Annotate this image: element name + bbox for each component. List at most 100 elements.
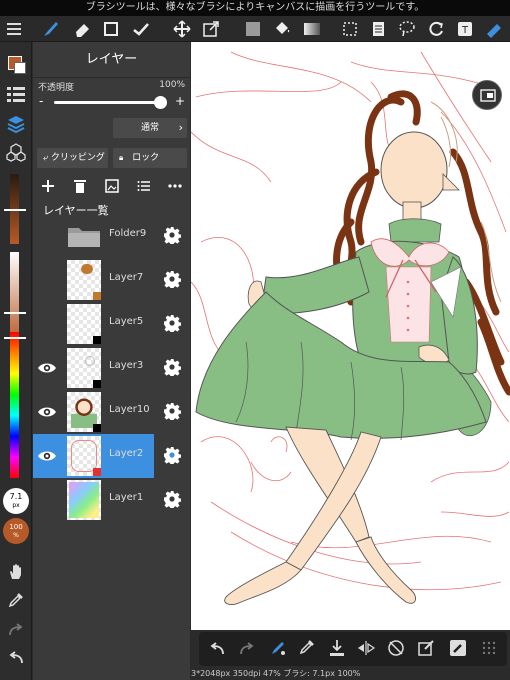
artwork <box>191 51 510 605</box>
gear-icon[interactable] <box>163 226 182 246</box>
ruler-icon[interactable] <box>484 19 504 39</box>
menu-icon[interactable] <box>4 19 24 39</box>
chevron-right-icon: › <box>178 121 183 134</box>
font-icon[interactable]: T <box>455 19 475 39</box>
layer-row[interactable]: Layer10 <box>33 390 190 434</box>
panel-title: レイヤー <box>33 42 190 78</box>
layer-row[interactable]: Layer2 <box>33 434 182 478</box>
delete-layer-icon[interactable] <box>73 178 87 197</box>
edit-layer-icon[interactable] <box>417 639 435 661</box>
reference-window-button[interactable] <box>472 80 502 110</box>
fill-color-icon[interactable] <box>243 19 263 39</box>
layer-thumbnail <box>67 436 101 476</box>
more-icon[interactable] <box>167 178 183 197</box>
tool-tip-bar: ブラシツールは、様々なブラシによりキャンバスに描画を行うツールです。 <box>0 0 510 16</box>
sub-color-swatch[interactable] <box>14 62 26 74</box>
no-rotate-icon[interactable] <box>387 639 405 661</box>
eyedropper-icon[interactable] <box>299 639 315 659</box>
rect-select-icon[interactable] <box>101 19 121 39</box>
move-icon[interactable] <box>172 19 192 39</box>
layers-icon[interactable] <box>4 112 28 136</box>
drawing-canvas[interactable] <box>191 42 510 630</box>
flip-icon[interactable] <box>357 640 376 660</box>
opacity-minus-button[interactable]: - <box>39 94 43 108</box>
layer-name: Layer7 <box>109 272 144 283</box>
layer-name: Layer2 <box>109 448 144 459</box>
layer-row[interactable]: Layer5 <box>33 302 190 346</box>
opacity-slider-knob[interactable] <box>154 96 167 109</box>
layer-list: Folder9 Layer7 Layer5 Layer3 Layer10 Layer2 La… <box>33 214 190 524</box>
layer-row[interactable]: Layer3 <box>33 346 190 390</box>
opacity-slider[interactable] <box>54 101 166 104</box>
eyedropper-icon[interactable] <box>4 588 28 612</box>
layer-name: Layer5 <box>109 316 144 327</box>
eraser-icon[interactable] <box>72 19 92 39</box>
eye-icon[interactable] <box>37 448 57 464</box>
grid-icon[interactable] <box>481 640 497 660</box>
hue-slider-handle[interactable] <box>4 337 26 339</box>
layer-row[interactable]: Folder9 <box>33 214 190 258</box>
save-icon[interactable] <box>329 639 345 661</box>
brush-size-value: 7.1 <box>9 492 23 501</box>
opacity-label: 不透明度 <box>38 83 75 93</box>
gear-icon[interactable] <box>163 402 182 422</box>
saturation-slider-handle[interactable] <box>4 312 26 314</box>
layer-image-icon[interactable] <box>105 178 119 197</box>
hue-bar[interactable] <box>10 332 19 478</box>
quick-tools <box>199 632 507 666</box>
layer-name: Layer1 <box>109 492 144 503</box>
undo-icon[interactable] <box>209 641 225 660</box>
opacity-plus-button[interactable]: + <box>175 94 185 108</box>
materials-icon[interactable] <box>4 140 28 164</box>
brush-select-icon[interactable] <box>449 639 467 661</box>
eye-icon[interactable] <box>37 360 57 376</box>
redo-left-icon[interactable] <box>4 618 28 642</box>
clipping-button[interactable]: ⤶ クリッピング <box>37 148 108 168</box>
redo-icon[interactable] <box>239 641 255 660</box>
bit-depth-badge <box>93 336 101 344</box>
undo-left-icon[interactable] <box>4 646 28 670</box>
brush-opacity-unit: % <box>13 532 19 539</box>
lock-label: ロック <box>132 153 160 163</box>
bucket-icon[interactable] <box>272 19 292 39</box>
layer-thumbnail <box>67 392 101 432</box>
gradient-icon[interactable] <box>302 19 322 39</box>
layer-thumbnail <box>67 480 101 520</box>
brush-opacity-button[interactable]: 100 % <box>3 518 29 544</box>
rotate-icon[interactable] <box>426 19 446 39</box>
layer-row[interactable]: Layer1 <box>33 478 190 522</box>
brightness-slider-handle[interactable] <box>4 209 26 211</box>
eyedrop-brush-icon[interactable] <box>269 639 287 661</box>
gear-icon[interactable] <box>163 490 182 510</box>
layer-copy-icon[interactable] <box>368 19 388 39</box>
saturation-bar[interactable] <box>10 252 19 342</box>
brush-size-button[interactable]: 7.1 px <box>3 488 29 514</box>
clipping-icon: ⤶ <box>43 153 49 163</box>
add-layer-icon[interactable] <box>41 178 55 197</box>
lock-button[interactable]: 🔒︎ ロック <box>113 148 187 168</box>
gear-icon[interactable] <box>163 314 182 334</box>
svg-text:T: T <box>461 25 469 36</box>
lasso-icon[interactable] <box>397 19 417 39</box>
brush-icon[interactable] <box>40 19 60 39</box>
gear-icon[interactable] <box>163 270 182 290</box>
hand-icon[interactable] <box>4 560 28 584</box>
layer-row[interactable]: Layer7 <box>33 258 190 302</box>
gear-icon[interactable] <box>163 446 182 466</box>
bit-depth-badge <box>93 380 101 388</box>
check-icon[interactable] <box>131 19 151 39</box>
select-all-icon[interactable] <box>340 19 360 39</box>
layer-list-options-icon[interactable] <box>137 178 151 197</box>
eye-icon[interactable] <box>37 404 57 420</box>
gear-icon[interactable] <box>163 358 182 378</box>
brush-opacity-value: 100 <box>9 523 23 531</box>
layer-name: Layer3 <box>109 360 144 371</box>
blend-mode-label: 通常 <box>140 123 159 133</box>
blend-mode-button[interactable]: 通常 › <box>113 118 187 138</box>
transform-icon[interactable] <box>201 19 221 39</box>
layer-thumbnail <box>67 260 101 300</box>
layer-actions-bar <box>33 174 190 198</box>
layer-name: Layer10 <box>109 404 150 415</box>
bottom-toolbar: 3*2048px 350dpi 47% ブラシ: 7.1px 100% <box>191 630 510 680</box>
layer-list-icon[interactable] <box>4 82 28 106</box>
